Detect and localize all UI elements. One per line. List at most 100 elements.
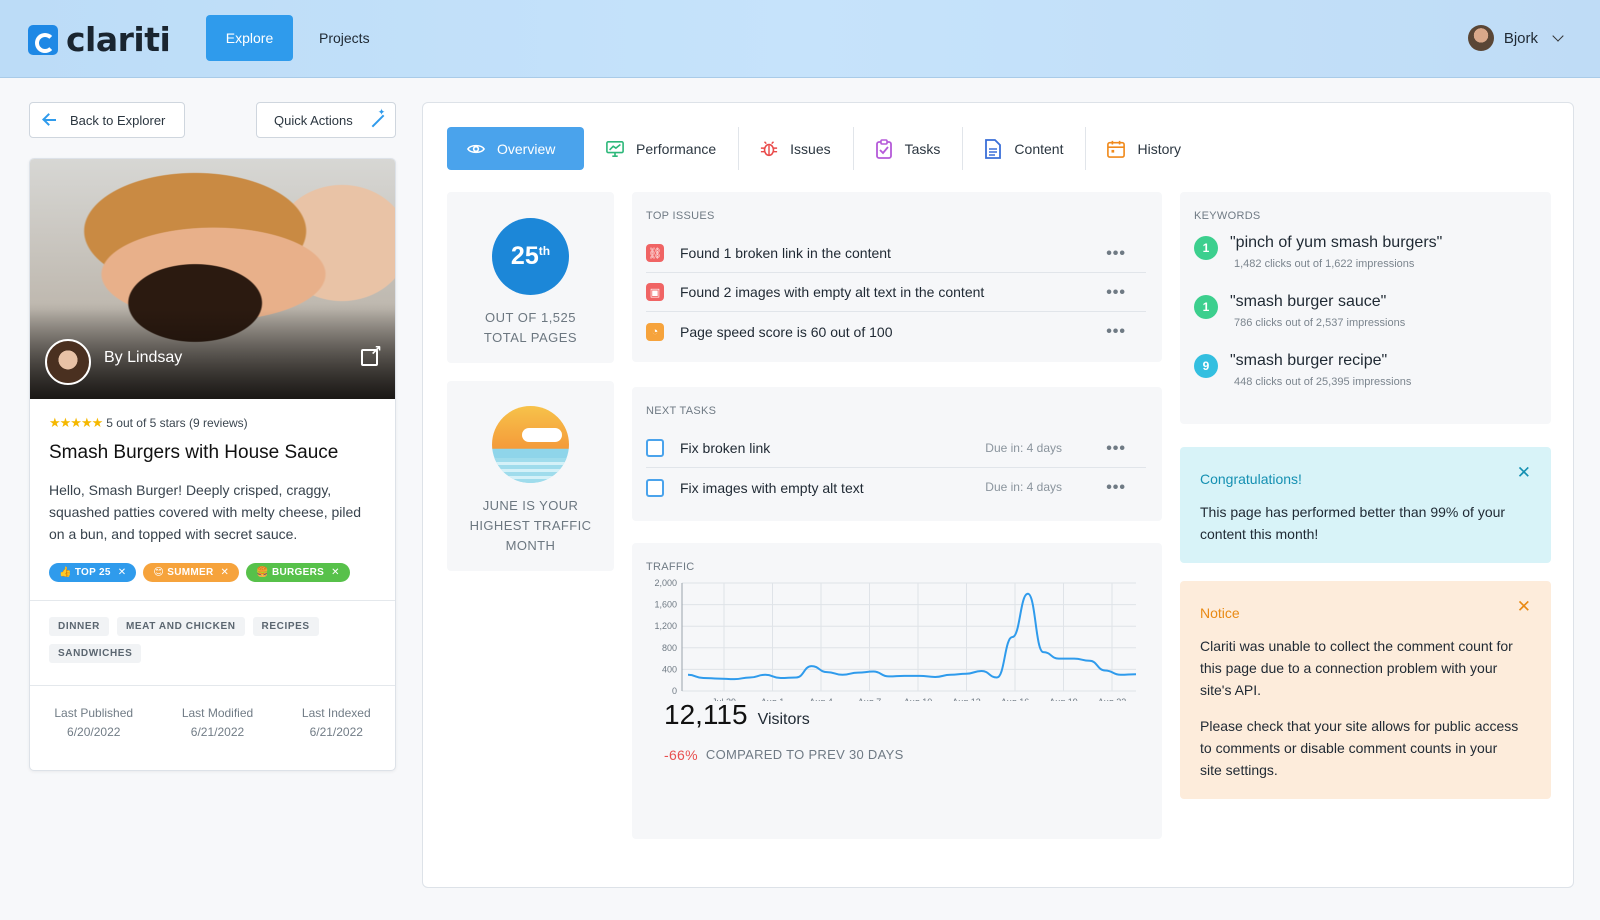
back-to-explorer-button[interactable]: Back to Explorer bbox=[29, 102, 185, 138]
x-tick-label: Aug 7 bbox=[858, 697, 882, 701]
recipe-description: Hello, Smash Burger! Deeply crisped, cra… bbox=[49, 482, 362, 542]
more-options-icon[interactable]: ••• bbox=[1106, 245, 1126, 263]
alert-body: This page has performed better than 99% … bbox=[1200, 504, 1506, 542]
issue-row[interactable]: ⛓ Found 1 broken link in the content ••• bbox=[646, 234, 1146, 273]
rating-text: 5 out of 5 stars (9 reviews) bbox=[106, 416, 248, 430]
rank-caption: OUT OF 1,525 TOTAL PAGES bbox=[483, 310, 578, 345]
remove-tag-icon[interactable]: ✕ bbox=[118, 567, 127, 578]
dates-row: Last Published 6/20/2022 Last Modified 6… bbox=[30, 704, 395, 742]
traffic-panel: TRAFFIC 2,0001,6001,2008004000Jul 29Aug … bbox=[632, 543, 1162, 839]
category-chip[interactable]: DINNER bbox=[49, 617, 109, 636]
magic-wand-icon bbox=[371, 107, 386, 127]
clariti-logo[interactable]: clariti bbox=[28, 20, 171, 59]
tag-summer[interactable]: 😊 SUMMER ✕ bbox=[143, 563, 240, 582]
tab-content[interactable]: Content bbox=[962, 127, 1085, 170]
category-chip[interactable]: MEAT AND CHICKEN bbox=[116, 617, 245, 636]
x-tick-label: Aug 4 bbox=[809, 697, 833, 701]
monitor-chart-icon bbox=[606, 140, 624, 158]
traffic-line-chart: 2,0001,6001,2008004000Jul 29Aug 1Aug 4Au… bbox=[654, 578, 1137, 701]
keyword-term: "smash burger sauce" bbox=[1230, 293, 1387, 310]
top-bar: clariti Explore Projects Bjork bbox=[0, 0, 1600, 78]
calendar-icon bbox=[1107, 140, 1126, 158]
author-name: By Lindsay bbox=[104, 349, 183, 366]
tab-tasks[interactable]: Tasks bbox=[852, 127, 963, 170]
issue-row[interactable]: ◔ Page speed score is 60 out of 100 ••• bbox=[646, 312, 1146, 351]
recipe-title: Smash Burgers with House Sauce bbox=[49, 442, 339, 463]
panel-title: TOP ISSUES bbox=[646, 210, 715, 222]
x-tick-label: Aug 10 bbox=[904, 697, 933, 701]
alert-title: Congratulations! bbox=[1200, 471, 1302, 487]
x-tick-label: Aug 19 bbox=[1049, 697, 1078, 701]
due-date: Due in: 4 days bbox=[985, 441, 1062, 455]
user-name: Bjork bbox=[1503, 29, 1538, 47]
more-options-icon[interactable]: ••• bbox=[1106, 284, 1126, 302]
task-checkbox[interactable] bbox=[646, 478, 664, 497]
content-card: By Lindsay ★★★★★ 5 out of 5 stars (9 rev… bbox=[29, 158, 396, 771]
last-published: Last Published 6/20/2022 bbox=[54, 706, 134, 739]
traffic-series-line bbox=[687, 592, 1137, 681]
rank-panel: 25th OUT OF 1,525 TOTAL PAGES bbox=[447, 192, 614, 363]
task-row[interactable]: Fix broken link Due in: 4 days ••• bbox=[646, 429, 1146, 468]
y-tick-label: 0 bbox=[672, 686, 677, 696]
y-tick-label: 1,600 bbox=[654, 600, 677, 610]
tag-list: 👍 TOP 25 ✕ 😊 SUMMER ✕ 🍔 BURGERS ✕ bbox=[49, 563, 350, 582]
tab-history[interactable]: History bbox=[1085, 127, 1203, 170]
author-avatar bbox=[45, 339, 91, 385]
keyword-stats: 448 clicks out of 25,395 impressions bbox=[1234, 376, 1412, 388]
last-modified: Last Modified 6/21/2022 bbox=[181, 706, 254, 739]
arrow-left-icon bbox=[44, 119, 56, 121]
keyword-rank-badge: 1 bbox=[1194, 295, 1218, 319]
more-options-icon[interactable]: ••• bbox=[1106, 479, 1126, 497]
tab-overview[interactable]: Overview bbox=[447, 127, 584, 170]
document-icon bbox=[984, 138, 1002, 159]
user-menu[interactable]: Bjork bbox=[1467, 25, 1564, 51]
alert-body: Clariti was unable to collect the commen… bbox=[1200, 638, 1519, 778]
more-options-icon[interactable]: ••• bbox=[1106, 323, 1126, 341]
panel-title: NEXT TASKS bbox=[646, 405, 717, 417]
alert-title: Notice bbox=[1200, 605, 1240, 621]
y-tick-label: 800 bbox=[662, 643, 677, 653]
close-icon[interactable]: ✕ bbox=[1517, 597, 1531, 617]
traffic-comparison: -66% COMPARED TO PREV 30 DAYS bbox=[664, 747, 904, 763]
nav-explore-button[interactable]: Explore bbox=[206, 15, 293, 61]
speed-gauge-icon: ◔ bbox=[646, 322, 664, 341]
notice-alert: Notice ✕ Clariti was unable to collect t… bbox=[1180, 581, 1551, 799]
category-chip[interactable]: RECIPES bbox=[252, 617, 319, 636]
tab-issues[interactable]: Issues bbox=[738, 127, 852, 170]
broken-link-icon: ⛓ bbox=[646, 244, 664, 262]
quick-actions-button[interactable]: Quick Actions bbox=[256, 102, 396, 138]
due-date: Due in: 4 days bbox=[985, 480, 1062, 494]
category-list: DINNER MEAT AND CHICKEN RECIPES SANDWICH… bbox=[49, 617, 379, 663]
visitors-count: 12,115 Visitors bbox=[664, 699, 810, 730]
issue-row[interactable]: ▣ Found 2 images with empty alt text in … bbox=[646, 273, 1146, 312]
clipboard-check-icon bbox=[875, 138, 893, 159]
category-chip[interactable]: SANDWICHES bbox=[49, 644, 142, 663]
eye-icon bbox=[467, 140, 485, 158]
quick-actions-label: Quick Actions bbox=[274, 112, 353, 128]
star-rating-icon: ★★★★★ bbox=[49, 415, 103, 430]
task-checkbox[interactable] bbox=[646, 439, 664, 457]
remove-tag-icon[interactable]: ✕ bbox=[331, 567, 340, 578]
bug-icon bbox=[760, 140, 778, 158]
y-tick-label: 1,200 bbox=[654, 621, 677, 631]
task-row[interactable]: Fix images with empty alt text Due in: 4… bbox=[646, 468, 1146, 507]
sunset-icon bbox=[492, 406, 569, 483]
logo-text: clariti bbox=[66, 20, 171, 59]
more-options-icon[interactable]: ••• bbox=[1106, 440, 1126, 458]
chevron-down-icon bbox=[1552, 30, 1564, 42]
tag-top25[interactable]: 👍 TOP 25 ✕ bbox=[49, 563, 137, 582]
logo-mark-icon bbox=[28, 24, 58, 55]
keyword-stats: 786 clicks out of 2,537 impressions bbox=[1234, 317, 1406, 329]
tag-burgers[interactable]: 🍔 BURGERS ✕ bbox=[246, 563, 350, 582]
close-icon[interactable]: ✕ bbox=[1517, 463, 1531, 483]
x-tick-label: Aug 16 bbox=[1001, 697, 1030, 701]
remove-tag-icon[interactable]: ✕ bbox=[220, 567, 229, 578]
keyword-stats: 1,482 clicks out of 1,622 impressions bbox=[1234, 258, 1415, 270]
user-avatar bbox=[1467, 25, 1494, 51]
tab-performance[interactable]: Performance bbox=[584, 127, 738, 170]
external-link-icon[interactable] bbox=[361, 342, 382, 366]
next-tasks-panel: NEXT TASKS Fix broken link Due in: 4 day… bbox=[632, 387, 1162, 521]
back-label: Back to Explorer bbox=[70, 112, 166, 128]
nav-projects-button[interactable]: Projects bbox=[300, 15, 389, 61]
traffic-highlight-panel: JUNE IS YOUR HIGHEST TRAFFIC MONTH bbox=[447, 381, 614, 571]
